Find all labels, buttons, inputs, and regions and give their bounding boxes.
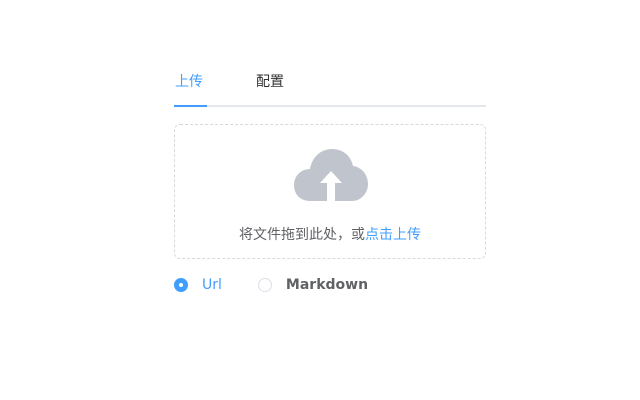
dropzone-text: 将文件拖到此处，或点击上传 [175, 225, 485, 245]
tab-upload[interactable]: 上传 [174, 64, 256, 103]
radio-url-dot[interactable] [174, 278, 188, 292]
radio-markdown-label: Markdown [285, 277, 369, 293]
radio-url-label: Url [202, 277, 222, 293]
format-radio-group: Url Markdown [174, 275, 486, 295]
upload-dropzone[interactable]: 将文件拖到此处，或点击上传 [174, 124, 486, 259]
upload-cloud-icon [294, 149, 368, 201]
tab-config[interactable]: 配置 [256, 64, 316, 103]
dropzone-hint: 将文件拖到此处，或 [239, 227, 365, 243]
upload-panel: 上传 配置 将文件拖到此处，或点击上传 Url Markdown [174, 64, 486, 295]
tab-bar: 上传 配置 [174, 64, 486, 107]
click-upload-link[interactable]: 点击上传 [365, 227, 421, 243]
radio-url[interactable]: Url [174, 277, 222, 293]
active-tab-indicator [174, 105, 207, 107]
radio-markdown-dot[interactable] [257, 278, 272, 292]
radio-markdown[interactable]: Markdown [257, 277, 369, 293]
